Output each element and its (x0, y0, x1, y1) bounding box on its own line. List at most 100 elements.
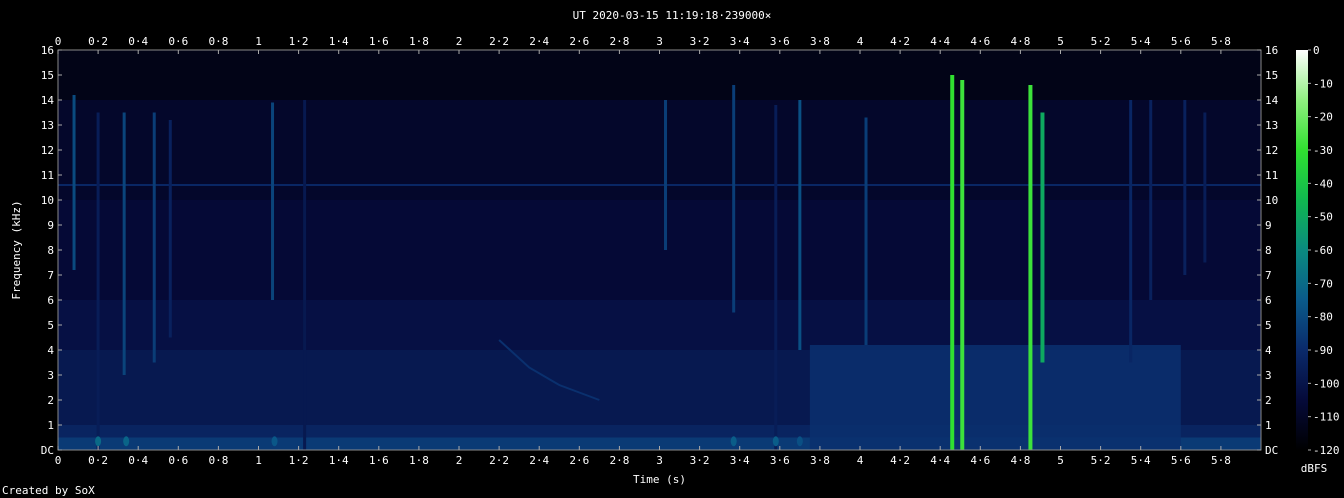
x-tick-label-bottom: 3·2 (690, 454, 710, 467)
colorbar-tick-label: -90 (1313, 344, 1333, 357)
transient-mark (1028, 85, 1033, 450)
y-tick-label-right: 6 (1265, 294, 1272, 307)
colorbar-tick-label: -30 (1313, 144, 1333, 157)
colorbar-tick-label: -20 (1313, 111, 1333, 124)
colorbar-tick-label: -10 (1313, 77, 1333, 90)
transient-mark (864, 117, 868, 345)
x-tick-label-top: 0·2 (88, 35, 108, 48)
colorbar-tick-label: -50 (1313, 211, 1333, 224)
x-tick-label-bottom: 0·8 (208, 454, 228, 467)
noise-band (58, 200, 1261, 300)
blip-mark (730, 436, 737, 447)
y-tick-label-left: 7 (47, 269, 54, 282)
colorbar-tick-label: -120 (1313, 444, 1340, 457)
y-tick-label-right: 9 (1265, 219, 1272, 232)
y-tick-label-left: 14 (41, 94, 55, 107)
colorbar-ticks: 0 -10 -20 -30 -40 -50 -60 -70 -80 -90 -100 -110 -120 (1308, 44, 1340, 457)
y-tick-label-right: 11 (1265, 169, 1278, 182)
transient-mark (303, 100, 307, 450)
transient-mark (1149, 100, 1153, 300)
broadband-region (809, 345, 1181, 450)
y-tick-label-right: 2 (1265, 394, 1272, 407)
y-tick-label-left: 6 (47, 294, 54, 307)
x-tick-label-top: 5·6 (1171, 35, 1191, 48)
y-tick-label-right: 8 (1265, 244, 1272, 257)
x-tick-label-top: 0·6 (168, 35, 188, 48)
y-tick-label-right: 12 (1265, 144, 1278, 157)
footer-credit: Created by SoX (2, 484, 95, 497)
colorbar-tick-label: -70 (1313, 277, 1333, 290)
x-tick-label-bottom: 0·6 (168, 454, 188, 467)
x-tick-label-bottom: 2 (456, 454, 463, 467)
transient-mark (168, 120, 172, 338)
transient-mark (732, 85, 736, 313)
x-tick-label-top: 4·6 (970, 35, 990, 48)
noise-band (58, 50, 1261, 100)
transient-mark (72, 95, 76, 270)
y-tick-label-right: 7 (1265, 269, 1272, 282)
y-tick-label-right: 5 (1265, 319, 1272, 332)
y-tick-label-right: 4 (1265, 344, 1272, 357)
x-tick-label-top: 0·4 (128, 35, 148, 48)
transient-mark (664, 100, 668, 250)
x-tick-label-top: 5·8 (1211, 35, 1231, 48)
blip-mark (95, 436, 102, 447)
y-tick-label-left: 9 (47, 219, 54, 232)
x-tick-label-bottom: 2·8 (609, 454, 629, 467)
x-tick-label-bottom: 5 (1057, 454, 1064, 467)
x-tick-label-bottom: 3·6 (770, 454, 790, 467)
x-tick-label-top: 0 (55, 35, 62, 48)
x-tick-label-top: 3 (656, 35, 663, 48)
transient-mark (1129, 100, 1133, 363)
y-tick-label-left: 2 (47, 394, 54, 407)
y-tick-label-right: 16 (1265, 44, 1278, 57)
x-tick-label-top: 2 (456, 35, 463, 48)
x-tick-label-bottom: 1·6 (369, 454, 389, 467)
colorbar-gradient (1296, 50, 1308, 450)
x-tick-label-top: 2·6 (569, 35, 589, 48)
y-tick-label-left: 16 (41, 44, 54, 57)
x-tick-label-top: 1·4 (329, 35, 349, 48)
x-tick-label-top: 5·2 (1091, 35, 1111, 48)
x-tick-label-bottom: 5·4 (1131, 454, 1151, 467)
y-tick-label-left: 1 (47, 419, 54, 432)
transient-mark (1183, 100, 1187, 275)
x-tick-label-top: 1·2 (289, 35, 309, 48)
y-tick-label-right: DC (1265, 444, 1278, 457)
x-tick-label-top: 4 (857, 35, 864, 48)
x-tick-label-top: 4·8 (1010, 35, 1030, 48)
x-tick-label-bottom: 4 (857, 454, 864, 467)
x-tick-label-bottom: 0 (55, 454, 62, 467)
colorbar-label: dBFS (1301, 462, 1328, 475)
y-tick-label-right: 13 (1265, 119, 1278, 132)
blip-mark (271, 436, 278, 447)
colorbar-tick-label: -100 (1313, 377, 1340, 390)
x-tick-label-top: 4·4 (930, 35, 950, 48)
x-tick-label-bottom: 3·4 (730, 454, 750, 467)
blip-mark (123, 436, 130, 447)
transient-mark (960, 80, 965, 450)
y-tick-label-right: 15 (1265, 69, 1278, 82)
x-tick-label-bottom: 2·6 (569, 454, 589, 467)
y-tick-label-left: 4 (47, 344, 54, 357)
y-tick-label-left: 10 (41, 194, 54, 207)
transient-mark (1040, 112, 1045, 363)
x-tick-label-top: 1·6 (369, 35, 389, 48)
x-tick-label-top: 1·8 (409, 35, 429, 48)
y-tick-label-left: 8 (47, 244, 54, 257)
x-tick-label-bottom: 5·6 (1171, 454, 1191, 467)
transient-mark (122, 112, 126, 375)
y-tick-label-left: 11 (41, 169, 54, 182)
x-tick-label-top: 2·2 (489, 35, 509, 48)
transient-mark (950, 75, 955, 450)
x-tick-label-top: 3·8 (810, 35, 830, 48)
x-tick-label-top: 0·8 (208, 35, 228, 48)
y-tick-label-left: 15 (41, 69, 54, 82)
noise-band (58, 300, 1261, 350)
x-tick-label-bottom: 1·4 (329, 454, 349, 467)
x-tick-label-top: 3·2 (690, 35, 710, 48)
colorbar-tick-label: 0 (1313, 44, 1320, 57)
transient-mark (1203, 112, 1207, 263)
x-tick-label-top: 5 (1057, 35, 1064, 48)
y-axis-label: Frequency (kHz) (10, 200, 23, 299)
